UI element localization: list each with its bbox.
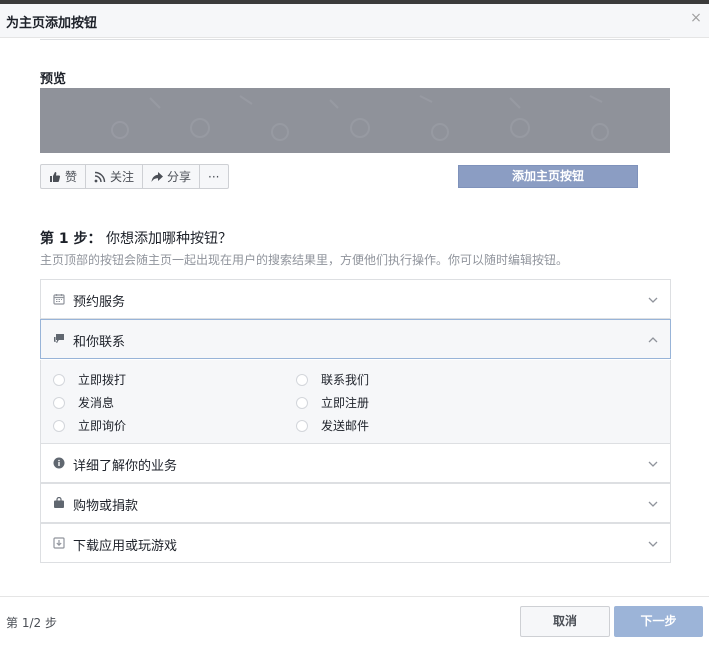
like-button[interactable]: 赞 bbox=[41, 165, 87, 188]
add-button-dialog: 为主页添加按钮 × 预览 赞 关注 分享 ··· 添加主页按钮 第 1 步： 你… bbox=[0, 0, 709, 648]
next-button[interactable]: 下一步 bbox=[614, 606, 703, 637]
step-number: 第 1 步： bbox=[40, 231, 102, 247]
chat-icon bbox=[53, 333, 65, 345]
calendar-icon bbox=[53, 293, 65, 305]
radio-button[interactable] bbox=[53, 396, 65, 409]
share-label: 分享 bbox=[167, 170, 192, 184]
category-label: 和你联系 bbox=[73, 335, 126, 350]
option-get-quote[interactable]: 立即询价 bbox=[53, 417, 126, 434]
category-book-services[interactable]: 预约服务 bbox=[40, 279, 671, 319]
chevron-down-icon bbox=[648, 458, 658, 468]
option-label: 立即拨打 bbox=[78, 373, 127, 387]
option-label: 立即注册 bbox=[321, 396, 370, 410]
option-label: 立即询价 bbox=[78, 419, 127, 433]
category-download-app[interactable]: 下载应用或玩游戏 bbox=[40, 523, 671, 563]
step-description: 主页顶部的按钮会随主页一起出现在用户的搜索结果里，方便他们执行操作。你可以随时编… bbox=[40, 253, 569, 267]
category-label: 详细了解你的业务 bbox=[73, 459, 178, 474]
radio-button[interactable] bbox=[296, 396, 308, 409]
option-send-message[interactable]: 发消息 bbox=[53, 394, 114, 411]
cover-photo-preview bbox=[40, 88, 670, 153]
option-contact-us[interactable]: 联系我们 bbox=[296, 371, 369, 388]
chevron-down-icon bbox=[648, 294, 658, 304]
divider bbox=[40, 39, 670, 40]
close-icon[interactable]: × bbox=[689, 11, 703, 25]
contact-options-panel: 立即拨打 发消息 立即询价 联系我们 立即注册 发送邮件 bbox=[40, 360, 671, 444]
cancel-button[interactable]: 取消 bbox=[520, 606, 610, 637]
option-sign-up[interactable]: 立即注册 bbox=[296, 394, 369, 411]
option-send-email[interactable]: 发送邮件 bbox=[296, 417, 369, 434]
category-shop-donate[interactable]: 购物或捐款 bbox=[40, 483, 671, 523]
chevron-up-icon bbox=[648, 334, 658, 344]
option-label: 发消息 bbox=[78, 396, 115, 410]
preview-label: 预览 bbox=[40, 72, 67, 87]
radio-button[interactable] bbox=[53, 419, 65, 432]
share-button[interactable]: 分享 bbox=[143, 165, 201, 188]
option-label: 发送邮件 bbox=[321, 419, 370, 433]
more-icon: ··· bbox=[208, 169, 220, 184]
follow-label: 关注 bbox=[110, 170, 135, 184]
thumbs-up-icon bbox=[49, 171, 61, 183]
category-label: 预约服务 bbox=[73, 295, 126, 310]
radio-button[interactable] bbox=[296, 419, 308, 432]
share-arrow-icon bbox=[151, 171, 164, 183]
footer-divider bbox=[0, 596, 709, 597]
radio-button[interactable] bbox=[53, 373, 65, 386]
category-learn-more[interactable]: 详细了解你的业务 bbox=[40, 443, 671, 483]
category-label: 下载应用或玩游戏 bbox=[73, 539, 178, 554]
info-icon bbox=[53, 457, 65, 469]
follow-button[interactable]: 关注 bbox=[86, 165, 144, 188]
radio-button[interactable] bbox=[296, 373, 308, 386]
option-label: 联系我们 bbox=[321, 373, 370, 387]
download-icon bbox=[53, 537, 65, 549]
page-action-buttons: 赞 关注 分享 ··· bbox=[40, 164, 229, 189]
shopping-bag-icon bbox=[53, 496, 65, 509]
chevron-down-icon bbox=[648, 498, 658, 508]
like-label: 赞 bbox=[65, 170, 78, 184]
category-contact-you[interactable]: 和你联系 bbox=[40, 319, 671, 359]
dialog-header: 为主页添加按钮 × bbox=[0, 4, 709, 38]
chevron-down-icon bbox=[648, 538, 658, 548]
step-question: 你想添加哪种按钮？ bbox=[105, 231, 232, 247]
rss-icon bbox=[94, 171, 106, 183]
add-page-button-preview[interactable]: 添加主页按钮 bbox=[458, 165, 638, 188]
category-label: 购物或捐款 bbox=[73, 499, 139, 514]
option-call-now[interactable]: 立即拨打 bbox=[53, 371, 126, 388]
step-heading: 第 1 步： 你想添加哪种按钮？ bbox=[40, 228, 232, 248]
dialog-title: 为主页添加按钮 bbox=[6, 16, 98, 31]
step-count: 第 1/2 步 bbox=[6, 616, 57, 630]
cover-pattern bbox=[111, 95, 609, 141]
more-button[interactable]: ··· bbox=[200, 165, 227, 188]
